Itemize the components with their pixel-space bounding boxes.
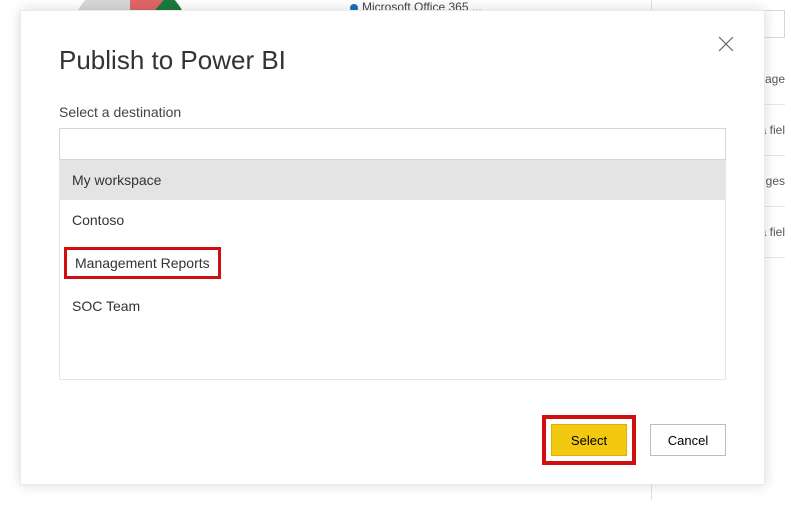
list-item-label: Contoso xyxy=(72,212,124,228)
select-button-highlight: Select xyxy=(542,415,636,465)
dialog-title: Publish to Power BI xyxy=(59,45,726,76)
list-item-label: My workspace xyxy=(72,172,161,188)
destination-option-contoso[interactable]: Contoso xyxy=(60,200,725,240)
close-icon xyxy=(717,35,735,53)
select-button[interactable]: Select xyxy=(551,424,627,456)
list-item-label-highlighted: Management Reports xyxy=(64,247,221,279)
destination-option-my-workspace[interactable]: My workspace xyxy=(60,160,725,200)
list-item-label: SOC Team xyxy=(72,298,140,314)
close-button[interactable] xyxy=(714,33,738,57)
publish-dialog: Publish to Power BI Select a destination… xyxy=(20,10,765,485)
destination-search-input[interactable] xyxy=(59,128,726,160)
dialog-subtitle: Select a destination xyxy=(59,104,726,120)
destination-option-management-reports[interactable]: Management Reports xyxy=(60,240,725,286)
destination-option-soc-team[interactable]: SOC Team xyxy=(60,286,725,326)
cancel-button[interactable]: Cancel xyxy=(650,424,726,456)
destination-list: My workspace Contoso Management Reports … xyxy=(59,160,726,380)
dialog-button-row: Select Cancel xyxy=(551,424,726,456)
